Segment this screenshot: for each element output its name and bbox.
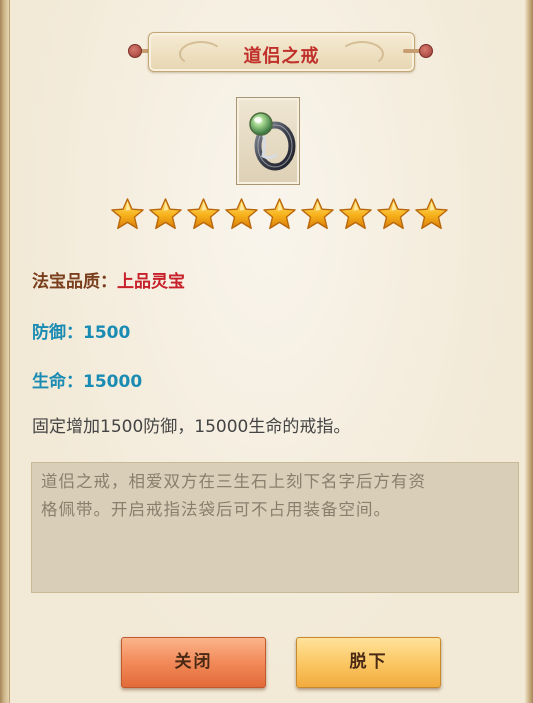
item-title: 道侣之戒 (243, 46, 320, 67)
title-banner-plate: 道侣之戒 (148, 32, 415, 72)
panel-frame-left (0, 0, 10, 703)
title-banner: 道侣之戒 (128, 30, 433, 74)
star-icon (225, 198, 258, 230)
star-icon (263, 198, 296, 230)
ring-icon (249, 112, 296, 171)
lore-text: 道侣之戒，相爱双方在三生石上刻下名字后方有资 格佩带。开启戒指法袋后可不占用装备… (41, 468, 511, 524)
star-rating (110, 197, 450, 233)
star-icon (377, 198, 410, 230)
effect-description: 固定增加1500防御，15000生命的戒指。 (32, 417, 351, 437)
lore-line: 道侣之戒，相爱双方在三生石上刻下名字后方有资 (41, 472, 426, 491)
quality-label: 法宝品质： (32, 272, 117, 292)
star-icon (415, 198, 448, 230)
star-icon (111, 198, 144, 230)
item-icon-slot[interactable] (236, 97, 300, 185)
close-button[interactable]: 关闭 (121, 637, 266, 688)
lore-box: 道侣之戒，相爱双方在三生石上刻下名字后方有资 格佩带。开启戒指法袋后可不占用装备… (31, 462, 519, 593)
star-icon (301, 198, 334, 230)
banner-scroll-end-right (403, 40, 433, 62)
defense-stat: 防御：1500 (32, 323, 131, 343)
panel-frame-right (525, 0, 533, 703)
star-icon (149, 198, 182, 230)
unequip-button[interactable]: 脱下 (296, 637, 441, 688)
star-icon (187, 198, 220, 230)
lore-line: 格佩带。开启戒指法袋后可不占用装备空间。 (41, 500, 391, 519)
life-stat: 生命：15000 (32, 372, 143, 392)
quality-row: 法宝品质：上品灵宝 (32, 267, 185, 292)
star-icon (339, 198, 372, 230)
quality-value: 上品灵宝 (117, 272, 185, 292)
